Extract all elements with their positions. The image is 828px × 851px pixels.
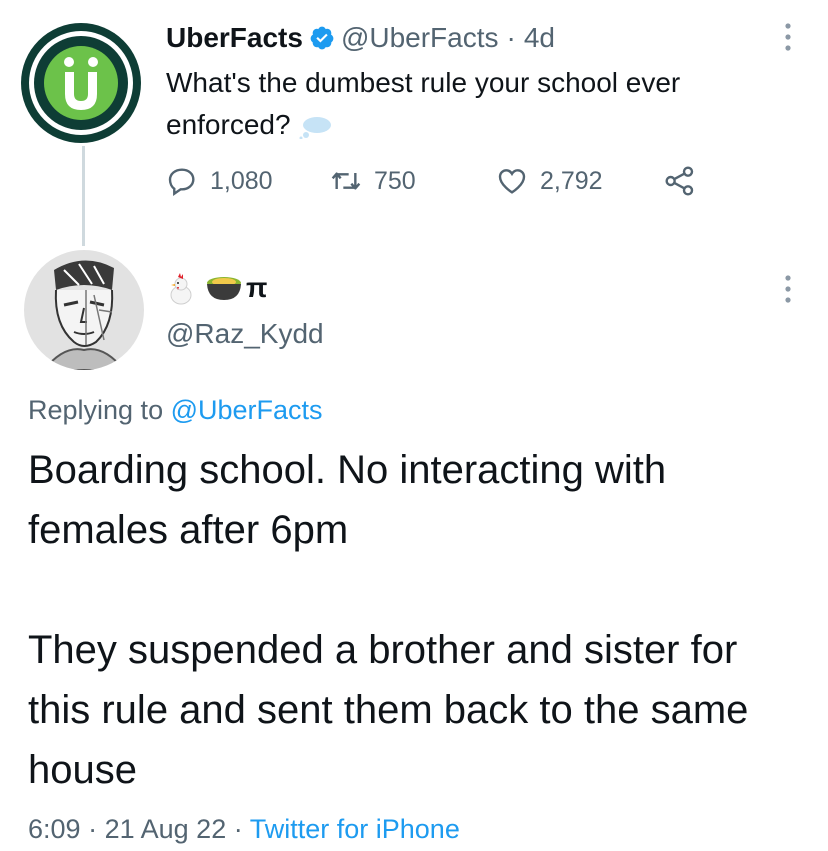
tweet-time[interactable]: 4d <box>524 20 555 56</box>
retweet-icon <box>331 172 361 190</box>
like-action[interactable]: 2,792 <box>496 165 603 197</box>
replying-to-line: Replying to @UberFacts <box>28 395 323 426</box>
more-options-icon[interactable] <box>784 22 792 52</box>
post-date[interactable]: 21 Aug 22 <box>105 814 227 844</box>
author-name[interactable]: UberFacts <box>166 20 303 56</box>
meta-separator-2: · <box>233 814 243 844</box>
retweet-count: 750 <box>374 166 416 195</box>
reply-handle[interactable]: @Raz_Kydd <box>166 318 324 350</box>
reply-display-name[interactable]: π <box>166 268 267 308</box>
replying-to-mention[interactable]: @UberFacts <box>171 395 323 425</box>
verified-icon <box>310 26 334 50</box>
reply-icon <box>168 168 195 196</box>
reply-paragraph-1: Boarding school. No interacting with fem… <box>28 448 667 552</box>
tweet-text: What's the dumbest rule your school ever… <box>166 62 786 146</box>
separator: · <box>506 22 516 53</box>
meta-separator-1: · <box>88 814 98 844</box>
display-name-suffix: π <box>246 272 268 303</box>
avatar-uberfacts[interactable] <box>20 22 142 144</box>
author-handle[interactable]: @UberFacts <box>341 20 499 56</box>
thread-line <box>82 146 85 246</box>
tweet-metadata: 6:09 · 21 Aug 22 · Twitter for iPhone <box>28 814 460 845</box>
tweet-text-content: What's the dumbest rule your school ever… <box>166 67 681 140</box>
thought-balloon-icon <box>299 116 332 139</box>
reply-count: 1,080 <box>210 166 273 195</box>
chicken-emoji-icon <box>170 273 192 305</box>
reply-more-options-icon[interactable] <box>784 274 792 304</box>
tweet-header: UberFacts @UberFacts · 4d <box>166 20 555 56</box>
reply-paragraph-2: They suspended a brother and sister for … <box>28 628 749 792</box>
reply-action[interactable]: 1,080 <box>166 165 273 197</box>
post-source[interactable]: Twitter for iPhone <box>250 814 460 844</box>
like-count: 2,792 <box>540 166 603 195</box>
post-time[interactable]: 6:09 <box>28 814 81 844</box>
retweet-action[interactable]: 750 <box>330 165 416 197</box>
share-action[interactable] <box>664 165 696 197</box>
bowl-emoji-icon <box>207 277 241 300</box>
heart-icon <box>498 169 526 194</box>
avatar-raz-kydd[interactable] <box>24 250 144 370</box>
replying-to-prefix: Replying to <box>28 395 164 425</box>
share-icon <box>665 166 694 196</box>
reply-text: Boarding school. No interacting with fem… <box>28 440 808 800</box>
